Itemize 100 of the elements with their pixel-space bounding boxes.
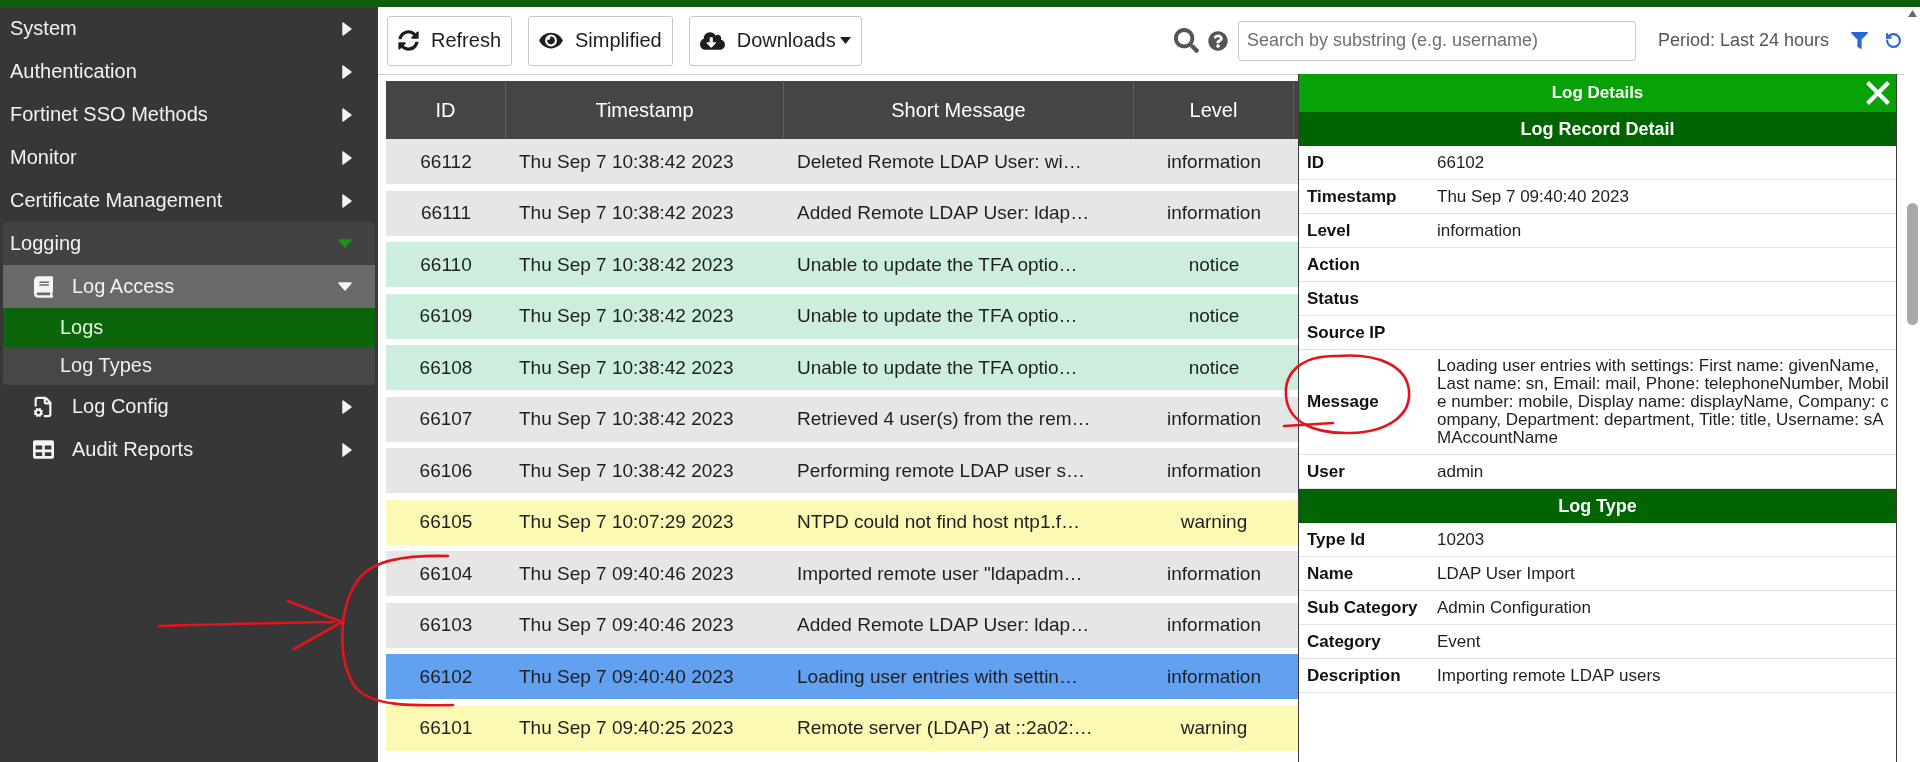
eye-icon <box>539 30 564 51</box>
table-cell-text: Thu Sep 7 10:38:42 2023 <box>518 458 735 483</box>
field-label: Message <box>1307 392 1380 412</box>
table-cell-text: information <box>1166 561 1262 586</box>
table-cell-text: Thu Sep 7 10:07:29 2023 <box>518 510 735 534</box>
table-cell-text: Thu Sep 7 09:40:40 2023 <box>518 664 735 689</box>
field-value: 10203 <box>1437 528 1486 551</box>
table-cell-text: 66104 <box>418 561 474 586</box>
table-cell-text: notice <box>1187 355 1241 380</box>
table-cell-text: Imported remote user "ldapadm… <box>796 561 1084 586</box>
table-row[interactable]: 66108 Thu Sep 7 10:38:42 2023 Unable to update the TFA optio… notice <box>386 345 1298 390</box>
table-cell-text: Loading user entries with settin… <box>796 664 1079 689</box>
table-cell-text: Thu Sep 7 10:38:42 2023 <box>518 149 735 174</box>
table-cell-text: 66102 <box>418 664 474 689</box>
table-row[interactable]: 66101 Thu Sep 7 09:40:25 2023 Remote server (LDAP) at ::2a02:… warning <box>386 705 1298 751</box>
field-value: Admin Configuration <box>1437 596 1593 619</box>
table-cell-text: notice <box>1187 304 1241 328</box>
sidebar-item[interactable]: Log Access <box>3 265 375 308</box>
table-row[interactable]: 66104 Thu Sep 7 09:40:46 2023 Imported remote user "ldapadm… information <box>386 551 1298 596</box>
table-cell-text: Deleted Remote LDAP User: wi… <box>796 149 1083 174</box>
table-row[interactable]: 66103 Thu Sep 7 09:40:46 2023 Added Remote LDAP User: ldap… information <box>386 602 1298 648</box>
field-value: 66102 <box>1437 151 1486 174</box>
table-cell-text: Thu Sep 7 10:38:42 2023 <box>518 355 735 380</box>
refresh-icon <box>398 30 419 51</box>
sidebar-item[interactable]: Fortinet SSO Methods <box>0 93 378 136</box>
field-value: Thu Sep 7 09:40:40 2023 <box>1437 185 1630 208</box>
table-cell-text: 66105 <box>418 510 474 534</box>
toolbar-button[interactable]: Downloads <box>688 15 862 66</box>
table-cell-text: Unable to update the TFA optio… <box>796 355 1079 380</box>
table-icon <box>32 439 54 460</box>
reset-icon[interactable] <box>1885 32 1902 49</box>
field-label: Level <box>1307 220 1352 241</box>
field-label: Description <box>1307 665 1402 686</box>
toolbar-button[interactable]: Simplified <box>528 15 673 66</box>
search-icon[interactable] <box>1173 28 1199 53</box>
table-cell-text: information <box>1166 458 1262 483</box>
help-icon[interactable] <box>1207 30 1228 51</box>
section-header: Log Type <box>1299 489 1896 523</box>
toolbar-button[interactable]: Refresh <box>387 15 513 66</box>
table-cell-text: Thu Sep 7 10:38:42 2023 <box>518 201 735 225</box>
table-row[interactable]: 66110 Thu Sep 7 10:38:42 2023 Unable to update the TFA optio… notice <box>386 242 1298 287</box>
field-value: information <box>1437 219 1523 242</box>
field-label: Source IP <box>1307 322 1387 343</box>
sidebar-item[interactable]: Monitor <box>0 136 378 179</box>
table-row[interactable]: 66102 Thu Sep 7 09:40:40 2023 Loading user entries with settin… information <box>386 654 1298 699</box>
table-row[interactable]: 66107 Thu Sep 7 10:38:42 2023 Retrieved 4 user(s) from the rem… information <box>386 396 1298 442</box>
table-cell-text: Unable to update the TFA optio… <box>796 304 1079 328</box>
field-value: LDAP User Import <box>1437 562 1576 585</box>
table-cell-text: information <box>1166 149 1262 174</box>
field-label: Category <box>1307 631 1382 652</box>
field-label: Status <box>1307 288 1360 309</box>
table-cell-text: 66110 <box>419 252 473 277</box>
sidebar-item[interactable]: Log Types <box>3 346 375 385</box>
table-row[interactable]: 66106 Thu Sep 7 10:38:42 2023 Performing remote LDAP user s… information <box>386 448 1298 493</box>
table-cell-text: Added Remote LDAP User: ldap… <box>796 201 1091 225</box>
table-row[interactable]: 66111 Thu Sep 7 10:38:42 2023 Added Remote LDAP User: ldap… information <box>386 190 1298 236</box>
panel-title: Log Details <box>1550 83 1645 103</box>
field-label: User <box>1307 461 1346 482</box>
period-label: Period: Last 24 hours <box>1657 30 1829 51</box>
table-cell-text: Thu Sep 7 10:38:42 2023 <box>518 407 735 431</box>
table-row[interactable]: 66109 Thu Sep 7 10:38:42 2023 Unable to update the TFA optio… notice <box>386 293 1298 339</box>
table-cell-text: Performing remote LDAP user s… <box>796 458 1086 483</box>
sidebar-item[interactable]: Audit Reports <box>0 428 378 471</box>
table-cell-text: Thu Sep 7 10:38:42 2023 <box>518 304 735 328</box>
table-cell-text: 66106 <box>418 458 474 483</box>
sidebar-item[interactable]: Log Config <box>0 385 378 428</box>
table-cell-text: Retrieved 4 user(s) from the rem… <box>796 407 1092 431</box>
table-cell-text: Thu Sep 7 10:38:42 2023 <box>518 252 735 277</box>
field-label: Name <box>1307 563 1355 584</box>
scroll-up-icon[interactable] <box>1907 10 1917 17</box>
sidebar-item[interactable]: Certificate Management <box>0 179 378 222</box>
table-cell-text: Thu Sep 7 09:40:25 2023 <box>518 716 735 740</box>
sidebar-item[interactable]: Authentication <box>0 50 378 93</box>
search-field[interactable]: Search by substring (e.g. username) <box>1237 20 1636 61</box>
table-cell-text: Added Remote LDAP User: ldap… <box>796 613 1091 637</box>
sidebar-item[interactable]: Logging <box>3 222 375 265</box>
sidebar-item[interactable]: System <box>0 7 378 50</box>
table-cell-text: 66103 <box>418 613 474 637</box>
field-label: Timestamp <box>1307 186 1398 207</box>
cloud-download-icon <box>699 30 725 51</box>
table-cell-text: 66109 <box>418 304 474 328</box>
table-row[interactable]: 66112 Thu Sep 7 10:38:42 2023 Deleted Remote LDAP User: wi… information <box>386 139 1298 184</box>
table-cell-text: information <box>1166 201 1262 225</box>
field-value: Loading user entries with settings: First name: givenName, Last name: sn, Email: mail, Phone: telephoneNumber, Mobile number: mobile, Display name: displayName, Company: company, Department: department, Title: title, Username: sAMAccountName <box>1437 355 1890 449</box>
sidebar-item[interactable]: Logs <box>3 308 375 347</box>
table-row[interactable]: 66105 Thu Sep 7 10:07:29 2023 NTPD could not find host ntp1.f… warning <box>386 499 1298 545</box>
table-cell-text: information <box>1166 407 1262 431</box>
table-cell-text: Thu Sep 7 09:40:46 2023 <box>518 613 735 637</box>
close-icon <box>1866 81 1890 105</box>
field-value: Importing remote LDAP users <box>1437 664 1662 687</box>
field-label: Type Id <box>1307 529 1367 550</box>
close-button[interactable] <box>1866 81 1890 105</box>
table-cell-text: Remote server (LDAP) at ::2a02:… <box>796 716 1094 740</box>
scrollbar-thumb[interactable] <box>1906 203 1918 325</box>
field-label: ID <box>1307 152 1325 173</box>
table-cell-text: 66111 <box>420 201 472 225</box>
field-value: Event <box>1437 630 1482 653</box>
filter-icon[interactable] <box>1851 32 1868 49</box>
table-cell-text: Thu Sep 7 09:40:46 2023 <box>518 561 735 586</box>
field-label: Action <box>1307 254 1361 275</box>
